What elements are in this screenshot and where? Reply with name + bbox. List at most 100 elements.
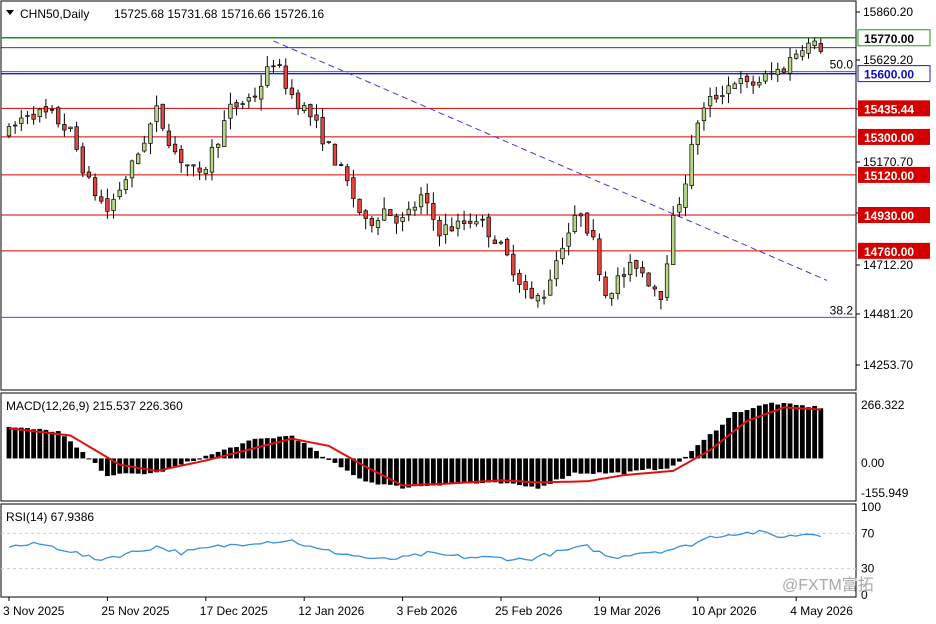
macd-bar bbox=[381, 458, 387, 485]
candle-body-down bbox=[92, 177, 98, 197]
candle-body-down bbox=[234, 102, 239, 108]
candle-body-down bbox=[640, 267, 645, 274]
macd-bar bbox=[295, 440, 301, 459]
candle-body-up bbox=[812, 40, 817, 46]
candle-body-up bbox=[375, 220, 381, 228]
macd-bar bbox=[480, 458, 485, 484]
macd-bar bbox=[37, 428, 43, 459]
macd-bar bbox=[92, 458, 98, 463]
macd-bar bbox=[492, 458, 498, 483]
candle-body-up bbox=[259, 85, 264, 100]
macd-bar bbox=[203, 455, 209, 459]
macd-bar bbox=[271, 438, 276, 459]
candle-body-up bbox=[615, 275, 620, 295]
candle-body-up bbox=[627, 261, 633, 276]
macd-bar bbox=[756, 405, 762, 459]
candle-body-up bbox=[560, 247, 565, 260]
candle bbox=[357, 198, 362, 216]
macd-bar bbox=[578, 458, 584, 474]
macd-bar bbox=[443, 458, 449, 485]
candle bbox=[160, 103, 165, 132]
candle-body-up bbox=[664, 263, 670, 298]
candle-body-down bbox=[523, 281, 528, 290]
macd-bar bbox=[658, 458, 664, 470]
candle-body-up bbox=[203, 168, 208, 175]
macd-bar bbox=[49, 431, 55, 459]
macd-bar bbox=[344, 458, 350, 471]
candle-body-down bbox=[283, 65, 288, 89]
price-chart-canvas[interactable]: 50.038.2 15860.2015629.2015400.1015170.7… bbox=[0, 0, 936, 624]
candle bbox=[505, 237, 510, 257]
macd-bar bbox=[430, 458, 436, 486]
candle-body-down bbox=[357, 198, 362, 214]
candle-body-down bbox=[388, 209, 393, 216]
candle-body-down bbox=[80, 146, 85, 174]
macd-bar bbox=[338, 458, 344, 468]
level-tag-label-4: 15120.00 bbox=[864, 169, 914, 183]
candle-body-down bbox=[363, 210, 368, 219]
macd-bar bbox=[166, 458, 172, 469]
candle-body-down bbox=[480, 218, 485, 221]
candle-body-up bbox=[775, 68, 780, 76]
candle-body-up bbox=[671, 214, 676, 265]
macd-bar bbox=[799, 405, 805, 459]
candle-body-up bbox=[117, 189, 122, 198]
candle-body-down bbox=[166, 130, 172, 147]
macd-bar bbox=[418, 458, 424, 487]
candle-body-up bbox=[794, 53, 799, 59]
macd-bar bbox=[191, 458, 196, 461]
time-tick-label: 4 May 2026 bbox=[790, 604, 853, 618]
level-tag-label-6: 14760.00 bbox=[864, 245, 914, 259]
rsi-tick-label: 100 bbox=[861, 500, 881, 514]
candle-body-down bbox=[750, 81, 756, 86]
macd-bar bbox=[652, 458, 658, 471]
symbol-label: CHN50,Daily bbox=[20, 7, 89, 21]
macd-bar bbox=[806, 407, 811, 459]
macd-tick-label: -155.949 bbox=[861, 486, 909, 500]
rsi-tick-label: 30 bbox=[861, 562, 875, 576]
macd-bar bbox=[6, 426, 12, 459]
candle bbox=[388, 209, 393, 216]
price-tick-label: 15170.70 bbox=[863, 155, 913, 169]
candle-body-down bbox=[449, 226, 454, 232]
macd-bar bbox=[449, 458, 455, 484]
candle-body-up bbox=[148, 123, 153, 144]
macd-bar bbox=[412, 458, 418, 487]
candle-body-down bbox=[191, 164, 196, 167]
candle-body-up bbox=[757, 82, 762, 86]
candle bbox=[584, 212, 590, 237]
macd-bar bbox=[301, 442, 307, 459]
macd-bar bbox=[406, 458, 412, 488]
candle-body-down bbox=[394, 215, 399, 224]
candle-body-down bbox=[597, 238, 602, 276]
macd-bar bbox=[818, 408, 824, 459]
watermark-logo: @FXTM富拓 bbox=[782, 576, 874, 594]
macd-bar bbox=[277, 436, 282, 459]
macd-bar bbox=[787, 403, 793, 459]
macd-bar bbox=[793, 404, 799, 459]
candle-body-down bbox=[338, 164, 344, 166]
candle-body-up bbox=[787, 57, 793, 74]
macd-bar bbox=[455, 458, 461, 484]
candle bbox=[80, 142, 85, 178]
macd-bar bbox=[640, 458, 645, 470]
candle-body-up bbox=[763, 73, 768, 82]
candle-body-up bbox=[412, 206, 418, 211]
candle-body-down bbox=[517, 272, 522, 285]
candle-body-up bbox=[726, 85, 731, 94]
macd-bar bbox=[560, 458, 565, 479]
candle-body-down bbox=[603, 276, 608, 297]
macd-bar bbox=[178, 458, 184, 465]
macd-bar bbox=[264, 438, 270, 459]
candle-body-up bbox=[215, 143, 221, 148]
macd-bar bbox=[664, 458, 670, 469]
macd-bar bbox=[467, 458, 473, 484]
candle-body-down bbox=[351, 177, 356, 199]
candle-body-down bbox=[179, 149, 184, 163]
candle-body-up bbox=[701, 107, 707, 122]
level-tag-label-1: 15600.00 bbox=[864, 68, 914, 82]
candle-body-up bbox=[455, 220, 461, 229]
time-tick-label: 3 Nov 2025 bbox=[3, 604, 65, 618]
candle-body-up bbox=[732, 83, 737, 89]
macd-tick-label: 266.322 bbox=[861, 398, 905, 412]
